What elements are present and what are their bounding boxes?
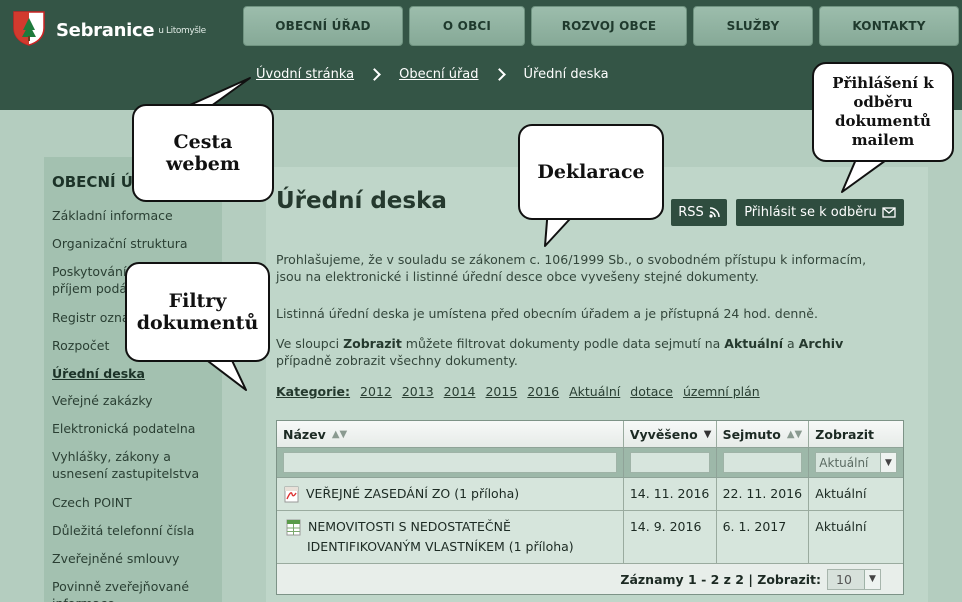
rss-label: RSS xyxy=(678,205,704,220)
category-link-2013[interactable]: 2013 xyxy=(402,384,434,399)
page-title: Úřední deska xyxy=(276,188,447,214)
pdf-icon xyxy=(284,486,299,503)
document-removed: 6. 1. 2017 xyxy=(717,511,810,563)
sort-desc-icon: ▼ xyxy=(703,428,712,440)
sidebar-item-organizacni-struktura[interactable]: Organizační struktura xyxy=(44,235,196,252)
sidebar-item-zverejnene-smlouvy[interactable]: Zveřejněné smlouvy xyxy=(44,550,187,567)
document-name[interactable]: VEŘEJNÉ ZASEDÁNÍ ZO (1 příloha) xyxy=(306,486,519,501)
breadcrumb-home-link[interactable]: Úvodní stránka xyxy=(256,67,354,82)
removed-filter-input[interactable] xyxy=(722,452,803,473)
document-posted: 14. 11. 2016 xyxy=(624,478,717,510)
subscribe-button[interactable]: Přihlásit se k odběru xyxy=(736,199,904,226)
callout-declaration: Deklarace xyxy=(518,124,664,220)
site-subtitle: u Litomyšle xyxy=(158,26,206,36)
nav-rozvoj-obce[interactable]: ROZVOJ OBCE xyxy=(531,6,687,46)
document-status: Aktuální xyxy=(815,519,867,534)
document-posted: 14. 9. 2016 xyxy=(624,511,717,563)
declaration-text: Prohlašujeme, že v souladu se zákonem c.… xyxy=(276,252,867,284)
column-header-show: Zobrazit xyxy=(815,426,875,442)
sort-icon: ▲▼ xyxy=(786,428,803,440)
rss-icon xyxy=(709,207,720,218)
sidebar-item-elektronicka-podatelna[interactable]: Elektronická podatelna xyxy=(44,420,203,437)
table-row[interactable]: VEŘEJNÉ ZASEDÁNÍ ZO (1 příloha) 14. 11. … xyxy=(277,478,903,511)
table-filter-row: Aktuální ▼ xyxy=(277,448,903,478)
column-header-name[interactable]: Název ▲▼ xyxy=(277,421,624,447)
category-link-2016[interactable]: 2016 xyxy=(527,384,559,399)
envelope-icon xyxy=(882,207,896,218)
callout-path: Cesta webem xyxy=(132,104,274,202)
column-header-posted[interactable]: Vyvěšeno ▼ xyxy=(624,421,717,447)
nav-o-obci[interactable]: O OBCI xyxy=(409,6,525,46)
category-label: Kategorie: xyxy=(276,384,351,399)
spreadsheet-icon xyxy=(286,519,301,536)
chevron-down-icon: ▼ xyxy=(864,569,880,589)
callout-subscribe: Přihlášení k odběru dokumentů mailem xyxy=(812,62,954,162)
posted-filter-input[interactable] xyxy=(629,452,710,473)
document-name[interactable]: NEMOVITOSTI S NEDOSTATEČNĚ IDENTIFIKOVAN… xyxy=(307,517,617,557)
breadcrumb-current: Úřední deska xyxy=(523,67,609,82)
sidebar-item-uredni-deska[interactable]: Úřední deska xyxy=(44,365,153,382)
column-header-removed[interactable]: Sejmuto ▲▼ xyxy=(717,421,810,447)
breadcrumb: Úvodní stránka Obecní úřad Úřední deska xyxy=(256,67,609,82)
nav-obecni-urad[interactable]: OBECNÍ ÚŘAD xyxy=(243,6,403,46)
category-link-2015[interactable]: 2015 xyxy=(485,384,517,399)
category-filters: Kategorie: 2012 2013 2014 2015 2016 Aktu… xyxy=(276,384,760,399)
table-header: Název ▲▼ Vyvěšeno ▼ Sejmuto ▲▼ Zobrazit xyxy=(277,421,903,448)
sidebar-item-vyhlasky[interactable]: Vyhlášky, zákony a usnesení zastupitelst… xyxy=(44,448,222,482)
rss-button[interactable]: RSS xyxy=(671,199,727,226)
main-content: Úřední deska RSS Přihlásit se k odběru P… xyxy=(266,167,928,602)
site-name: Sebranice xyxy=(56,20,155,41)
show-filter-select[interactable]: Aktuální ▼ xyxy=(815,452,897,473)
nav-sluzby[interactable]: SLUŽBY xyxy=(693,6,813,46)
category-link-2014[interactable]: 2014 xyxy=(444,384,476,399)
sort-icon: ▲▼ xyxy=(331,428,348,440)
category-link-uzemni-plan[interactable]: územní plán xyxy=(683,384,760,399)
location-note: Listinná úřední deska je umístena před o… xyxy=(276,306,818,321)
nav-kontakty[interactable]: KONTAKTY xyxy=(819,6,959,46)
category-link-2012[interactable]: 2012 xyxy=(360,384,392,399)
records-count: Záznamy 1 - 2 z 2 | Zobrazit: xyxy=(620,571,821,587)
callout-filters: Filtry dokumentů xyxy=(125,262,270,362)
category-link-aktualni[interactable]: Aktuální xyxy=(569,384,620,399)
chevron-down-icon: ▼ xyxy=(880,453,896,472)
name-filter-input[interactable] xyxy=(283,452,617,473)
sidebar-item-telefonni-cisla[interactable]: Důležitá telefonní čísla xyxy=(44,522,202,539)
filter-note: Ve sloupci Zobrazit můžete filtrovat dok… xyxy=(276,336,844,368)
subscribe-label: Přihlásit se k odběru xyxy=(744,205,877,220)
sidebar-item-czech-point[interactable]: Czech POINT xyxy=(44,494,140,511)
table-footer: Záznamy 1 - 2 z 2 | Zobrazit: 10 ▼ xyxy=(277,564,903,594)
sidebar: OBECNÍ ÚŘAD Základní informace Organizač… xyxy=(44,157,222,602)
table-row[interactable]: NEMOVITOSTI S NEDOSTATEČNĚ IDENTIFIKOVAN… xyxy=(277,511,903,564)
documents-table: Název ▲▼ Vyvěšeno ▼ Sejmuto ▲▼ Zobrazit Akt… xyxy=(276,420,904,595)
sidebar-item-rozpocet[interactable]: Rozpočet xyxy=(44,337,117,354)
main-nav: OBECNÍ ÚŘAD O OBCI ROZVOJ OBCE SLUŽBY KO… xyxy=(243,6,959,46)
document-removed: 22. 11. 2016 xyxy=(717,478,810,510)
document-status: Aktuální xyxy=(815,486,867,501)
breadcrumb-section-link[interactable]: Obecní úřad xyxy=(399,67,478,82)
chevron-right-icon xyxy=(492,68,506,81)
site-logo[interactable]: Sebranice u Litomyšle xyxy=(12,10,206,46)
category-link-dotace[interactable]: dotace xyxy=(630,384,673,399)
sidebar-item-povinne-informace[interactable]: Povinně zveřejňované informace xyxy=(44,578,222,602)
sidebar-item-verejne-zakazky[interactable]: Veřejné zakázky xyxy=(44,392,161,409)
sidebar-item-zakladni-informace[interactable]: Základní informace xyxy=(44,207,181,224)
chevron-right-icon xyxy=(368,68,381,81)
coat-of-arms-icon xyxy=(13,11,45,46)
page-size-select[interactable]: 10 ▼ xyxy=(827,568,881,590)
